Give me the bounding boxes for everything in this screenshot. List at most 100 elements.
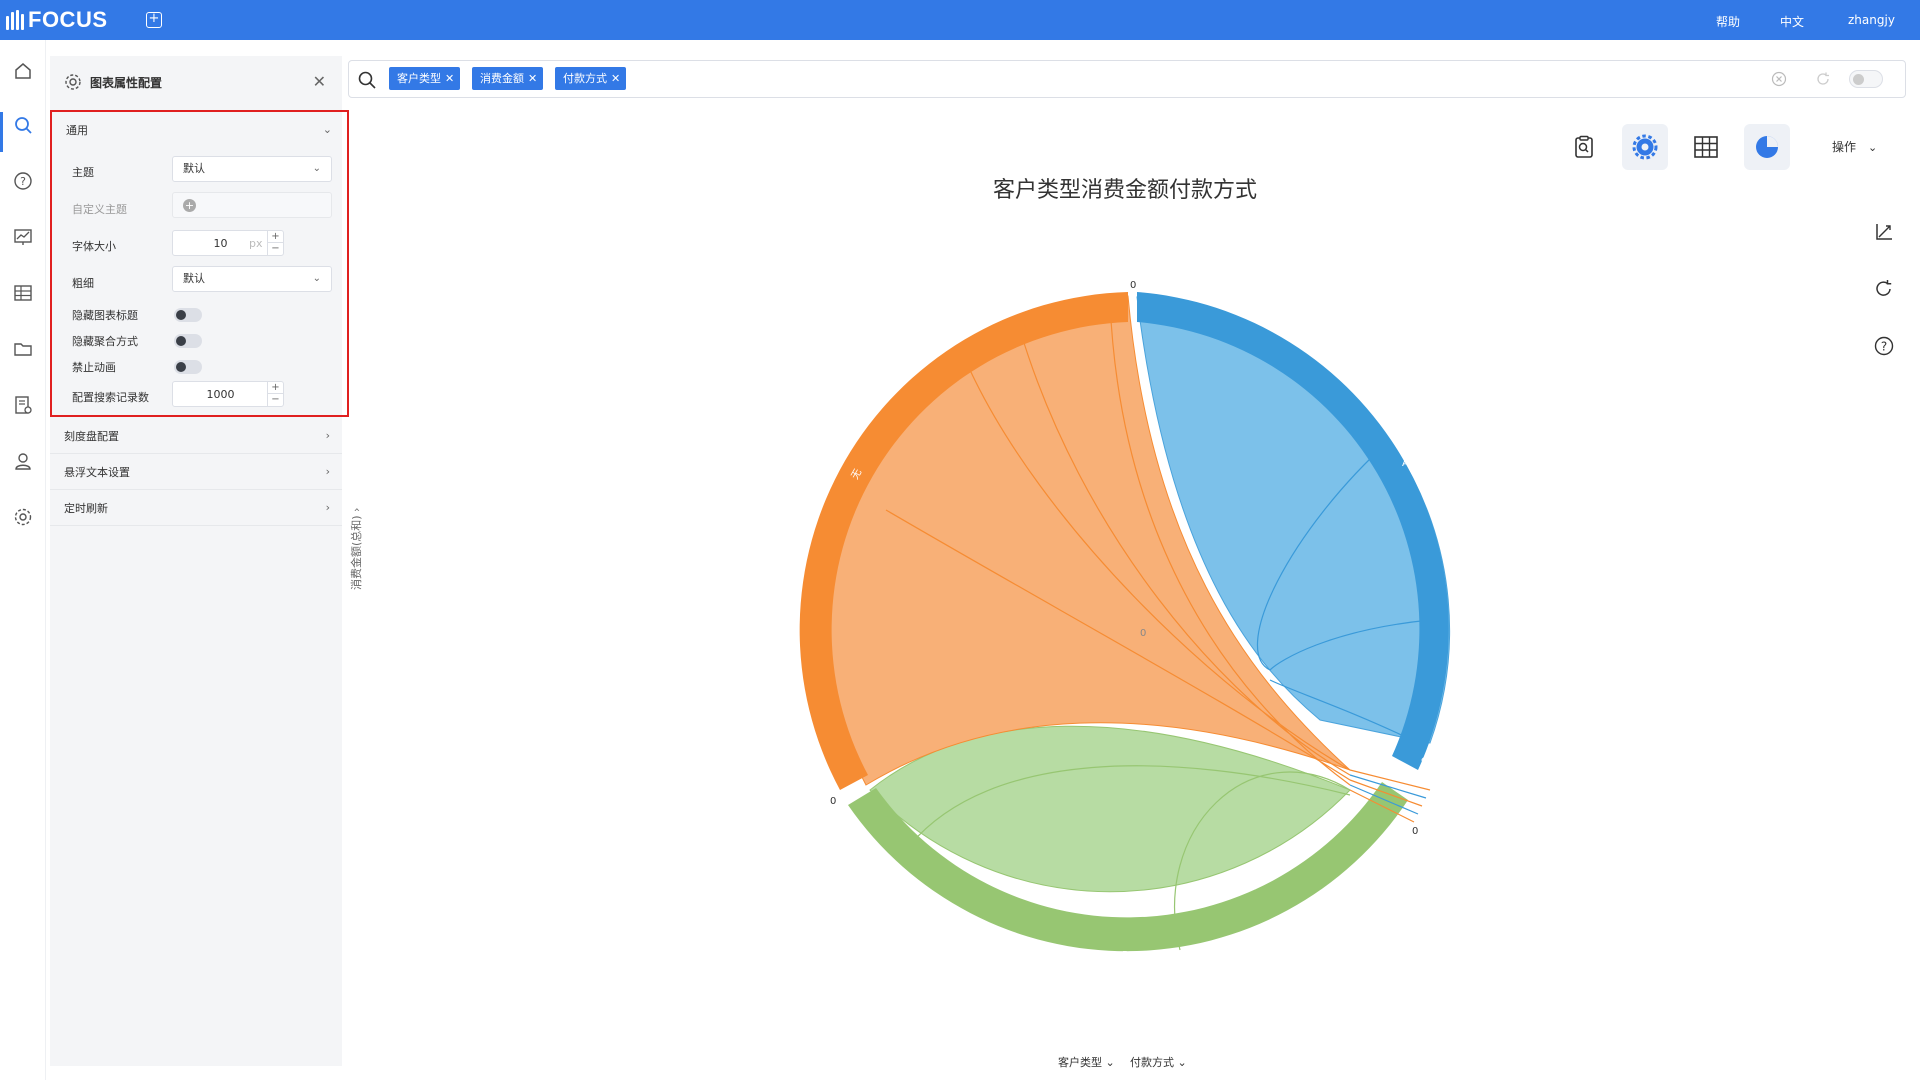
hide-title-toggle[interactable] (174, 308, 202, 322)
dial-config-section[interactable]: 刻度盘配置 › (50, 418, 342, 454)
focus-logo[interactable]: FOCUS (6, 7, 108, 32)
font-size-unit: px (249, 237, 263, 250)
font-size-input[interactable]: 10 px + − (172, 230, 284, 256)
add-icon: + (183, 199, 196, 212)
folder-icon[interactable] (12, 338, 34, 360)
report-settings-icon[interactable] (12, 394, 34, 416)
refresh-icon[interactable] (1815, 71, 1831, 87)
tooltip-text-label: 悬浮文本设置 (64, 465, 130, 479)
x-field-label: 付款方式 (1130, 1056, 1174, 1069)
records-input[interactable]: 1000 + − (172, 381, 284, 407)
dashboard-icon[interactable] (12, 226, 34, 248)
node-label: 0 (1140, 628, 1146, 639)
auto-refresh-label: 定时刷新 (64, 501, 108, 515)
panel-header: 图表属性配置 ✕ (50, 56, 342, 108)
general-section-highlight: 通用 ⌄ 主题 默认 ⌄ 自定义主题 + 字体大小 10 px + − 粗细 默认… (50, 110, 349, 417)
svg-text:?: ? (20, 175, 26, 188)
chip-label: 付款方式 (563, 72, 607, 85)
toggle-knob (1853, 74, 1864, 85)
close-icon[interactable]: ✕ (313, 72, 326, 91)
tooltip-text-section[interactable]: 悬浮文本设置 › (50, 454, 342, 490)
mode-toggle[interactable] (1849, 70, 1883, 88)
general-section-label: 通用 (66, 124, 88, 137)
chart-type-button[interactable] (1744, 124, 1790, 170)
theme-value: 默认 (183, 162, 205, 175)
disable-animation-label: 禁止动画 (72, 361, 116, 374)
chart-settings-button[interactable] (1622, 124, 1668, 170)
node-label: 0 (1130, 280, 1136, 291)
x-field-label: 客户类型 (1058, 1056, 1102, 1069)
font-size-label: 字体大小 (72, 240, 116, 253)
logo-icon (6, 10, 24, 30)
disable-animation-toggle[interactable] (174, 360, 202, 374)
custom-theme-label: 自定义主题 (72, 203, 127, 216)
general-section-header[interactable]: 通用 ⌄ (52, 112, 344, 148)
chevron-down-icon: ⌄ (312, 163, 321, 174)
hide-agg-label: 隐藏聚合方式 (72, 335, 138, 348)
records-value: 1000 (206, 388, 235, 401)
help-icon[interactable]: ? (1872, 334, 1896, 358)
chevron-down-icon: ⌄ (1177, 1056, 1187, 1069)
svg-text:?: ? (1881, 340, 1887, 354)
close-icon[interactable]: ✕ (445, 72, 454, 85)
reset-icon[interactable] (1872, 277, 1896, 301)
search-chip[interactable]: 客户类型 ✕ (389, 67, 461, 90)
chevron-right-icon: › (325, 429, 330, 442)
auto-refresh-section[interactable]: 定时刷新 › (50, 490, 342, 526)
records-stepper[interactable]: + − (267, 382, 283, 406)
x-field-selector[interactable]: 客户类型 ⌄ (1058, 1054, 1115, 1070)
axis-icon[interactable] (1872, 220, 1896, 244)
chip-label: 客户类型 (397, 72, 441, 85)
chevron-down-icon: ⌄ (1105, 1056, 1115, 1069)
table-view-button[interactable] (1683, 124, 1729, 170)
help-icon[interactable]: ? (12, 170, 34, 192)
help-link[interactable]: 帮助 (1716, 13, 1740, 30)
y-axis-label-text: 消费金额(总和) (350, 515, 363, 590)
theme-select[interactable]: 默认 ⌄ (172, 156, 332, 182)
search-bar[interactable]: 客户类型 ✕ 消费金额 ✕ 付款方式 ✕ (348, 60, 1906, 98)
pie-chart-icon (1756, 136, 1778, 158)
records-label: 配置搜索记录数 (72, 391, 149, 404)
chevron-down-icon: ⌄ (312, 273, 321, 284)
chevron-right-icon: › (325, 465, 330, 478)
search-chip[interactable]: 消费金额 ✕ (472, 67, 544, 90)
close-icon[interactable]: ✕ (528, 72, 537, 85)
chevron-down-icon: ⌄ (322, 123, 332, 136)
node-label: 0 (1412, 826, 1418, 837)
chip-label: 消费金额 (480, 72, 524, 85)
settings-icon[interactable] (12, 506, 34, 528)
left-nav-rail: ? (0, 40, 46, 1080)
weight-select[interactable]: 默认 ⌄ (172, 266, 332, 292)
weight-label: 粗细 (72, 277, 94, 290)
operations-label: 操作 (1832, 140, 1857, 154)
operations-menu[interactable]: 操作 ⌄ (1832, 138, 1877, 155)
gear-icon (1632, 134, 1658, 160)
home-icon[interactable] (12, 60, 34, 82)
chevron-right-icon: › (325, 501, 330, 514)
weight-value: 默认 (183, 272, 205, 285)
font-size-stepper[interactable]: + − (267, 231, 283, 255)
top-bar: FOCUS + 帮助 中文 zhangjy (0, 0, 1920, 40)
search-chip[interactable]: 付款方式 ✕ (555, 67, 627, 90)
search-icon[interactable] (12, 114, 34, 136)
table-icon[interactable] (12, 282, 34, 304)
dial-config-label: 刻度盘配置 (64, 429, 119, 443)
panel-title: 图表属性配置 (90, 75, 163, 90)
gear-icon (65, 74, 81, 90)
close-icon[interactable]: ✕ (611, 72, 620, 85)
brand-name: FOCUS (28, 7, 108, 32)
chart-title: 客户类型消费金额付款方式 (992, 178, 1257, 203)
report-icon[interactable] (1561, 124, 1607, 170)
search-icon (358, 71, 376, 89)
language-switch[interactable]: 中文 (1780, 13, 1804, 30)
clear-icon[interactable] (1771, 71, 1787, 87)
node-label: A (1402, 458, 1409, 469)
user-menu[interactable]: zhangjy (1848, 13, 1895, 27)
x-field-selector[interactable]: 付款方式 ⌄ (1130, 1054, 1187, 1070)
new-tab-button[interactable]: + (146, 12, 162, 28)
user-icon[interactable] (12, 450, 34, 472)
y-axis-label[interactable]: 消费金额(总和) › (348, 508, 364, 591)
node-label: 0 (830, 796, 836, 807)
hide-agg-toggle[interactable] (174, 334, 202, 348)
chord-chart: A B 无 0 0 0 0 0 (799, 280, 1451, 961)
